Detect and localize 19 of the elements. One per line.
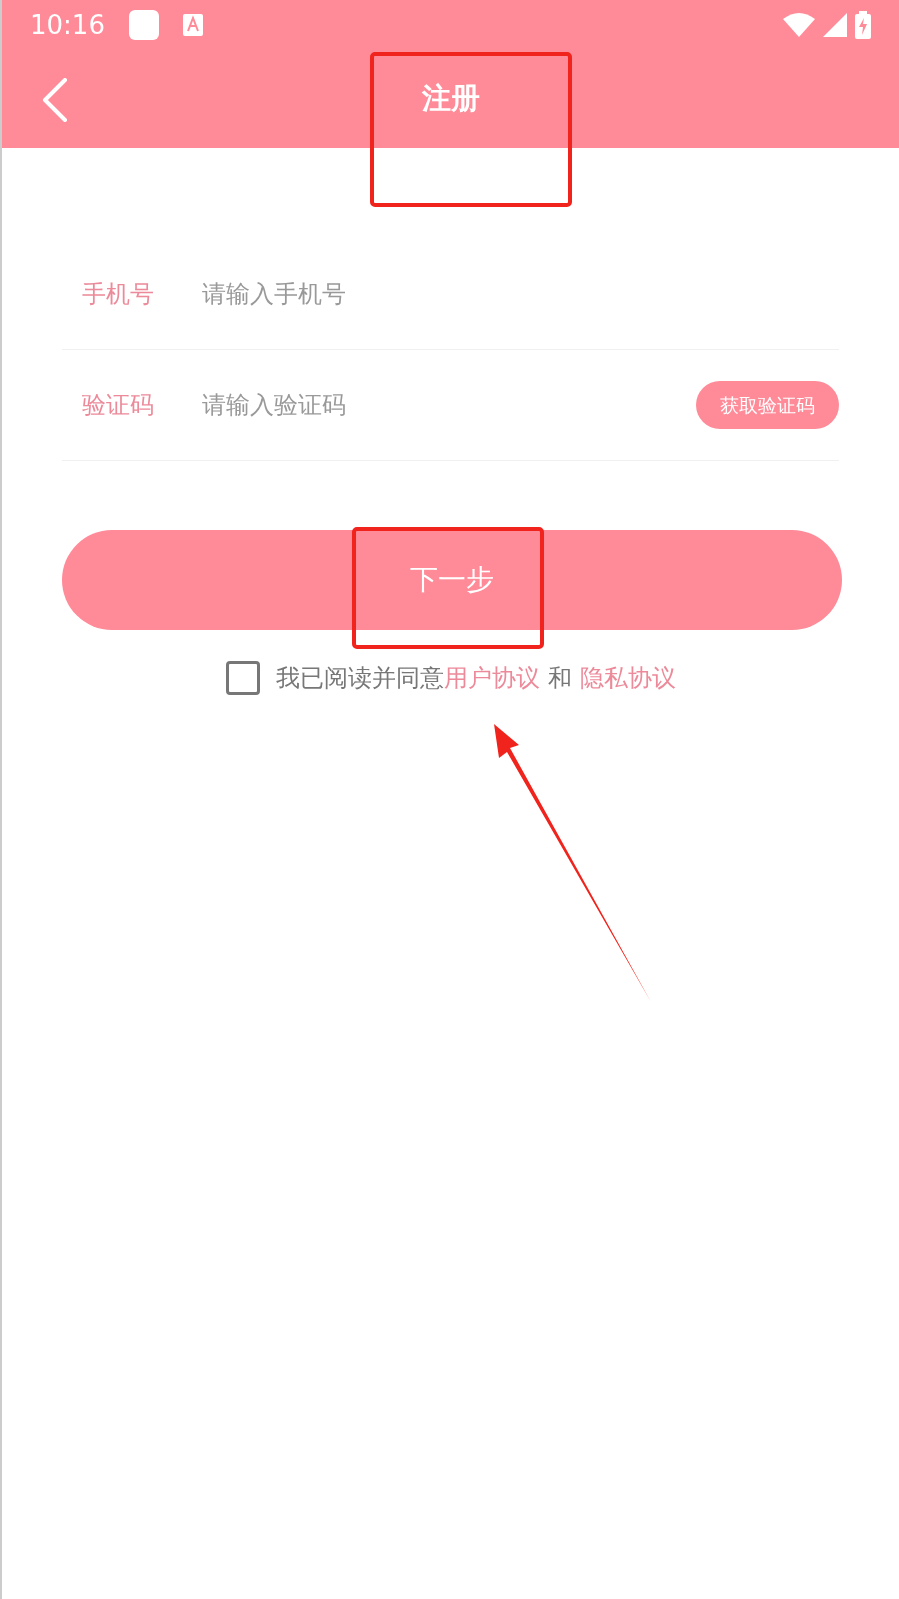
next-button[interactable]: 下一步 (62, 530, 842, 630)
page-title: 注册 (421, 80, 480, 118)
wifi-icon (783, 13, 815, 37)
app-icon (128, 10, 159, 40)
battery-icon (855, 11, 871, 39)
agreement-link[interactable]: 用户协议 (443, 660, 540, 696)
field-label: 手机号 (82, 279, 155, 310)
font-icon (182, 14, 203, 36)
checkbox[interactable] (225, 661, 260, 695)
input-field[interactable]: 请输入手机号 (200, 275, 839, 313)
signal-icon (823, 13, 847, 37)
back-icon[interactable] (42, 78, 68, 122)
status-time: 10:16 (30, 8, 105, 42)
input-field[interactable]: 请输入验证码 (200, 386, 696, 424)
get-code-button[interactable]: 获取验证码 (696, 380, 839, 430)
agreement-link[interactable]: 隐私协议 (579, 660, 676, 696)
agreement-text: 和 (547, 663, 572, 694)
field-label: 验证码 (82, 390, 155, 421)
agreement-text: 我已阅读并同意 (275, 663, 444, 694)
